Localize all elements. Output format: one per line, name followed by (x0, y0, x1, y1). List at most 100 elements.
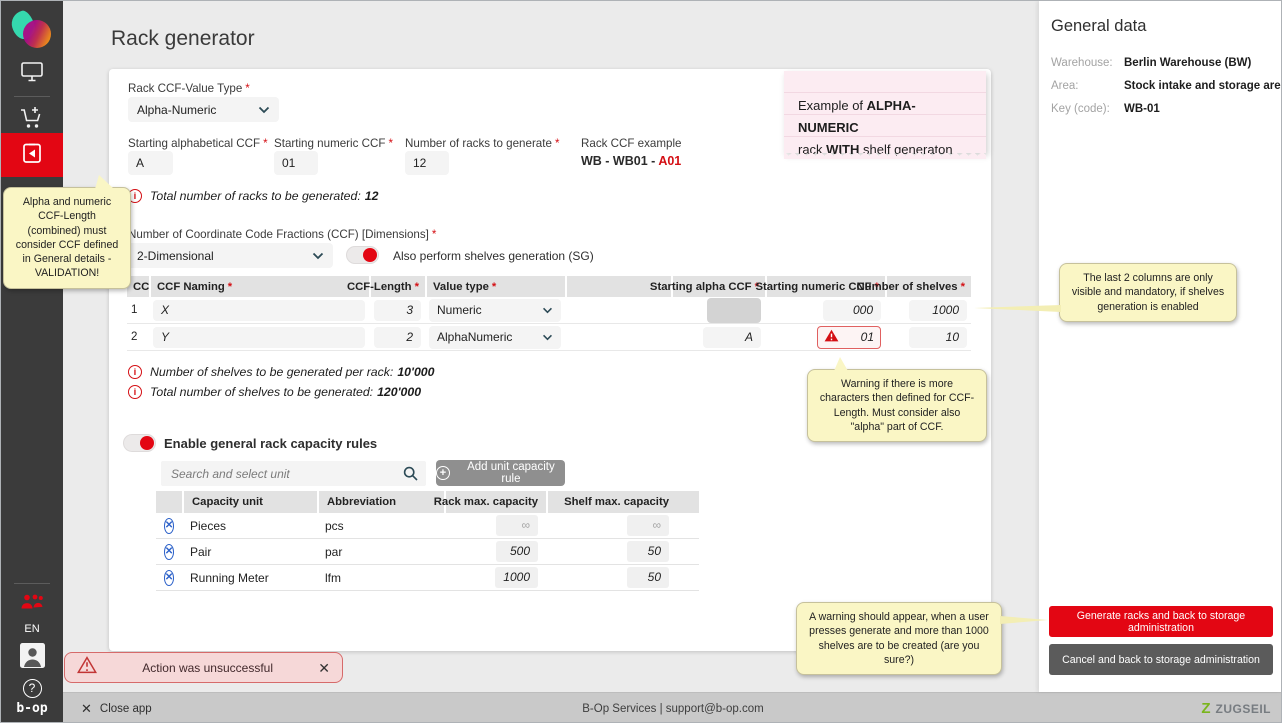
racks-count-input[interactable] (405, 151, 449, 175)
zugseil-brand: Z ZUGSEIL (1201, 700, 1271, 717)
info-icon: i (128, 385, 142, 399)
capacity-rules-toggle[interactable] (123, 434, 156, 452)
app: EN ? b-op Rack generator Rack CCF-Value … (0, 0, 1282, 723)
remove-rule-icon[interactable]: ✕ (164, 570, 174, 586)
rack-max-input[interactable]: ∞ (496, 515, 538, 536)
general-data-row: Warehouse: Berlin Warehouse (BW) (1051, 57, 1277, 69)
shelves-generation-toggle[interactable] (346, 246, 379, 264)
add-unit-capacity-rule-button[interactable]: + Add unit capacity rule (436, 460, 565, 486)
ccf-row-2: 2 Y 2 AlphaNumeric A 01 (127, 324, 971, 351)
value-type-row-select[interactable]: Numeric (429, 299, 561, 322)
ccf-table: CCF CCF Naming* CCF-Length* Value type* … (127, 276, 971, 351)
general-data-row: Area: Stock intake and storage area (1051, 80, 1277, 92)
validation-note: Alpha and numeric CCF-Length (combined) … (3, 187, 131, 289)
sidebar-divider-bottom (14, 583, 50, 584)
starting-alpha-input[interactable] (128, 151, 173, 175)
question-icon: ? (23, 679, 42, 698)
dimensions-select[interactable]: 2-Dimensional (128, 243, 333, 268)
chevron-down-icon (312, 249, 324, 263)
cart-add-icon (19, 105, 45, 136)
general-data-panel: General data Warehouse: Berlin Warehouse… (1039, 1, 1282, 692)
ccf-example-highlight: A01 (658, 154, 681, 168)
bop-logo: b-op (1, 701, 63, 716)
ccf-length-input[interactable]: 3 (374, 300, 421, 321)
shelves-count-cell[interactable]: 10 (909, 327, 967, 348)
shelves-count-cell[interactable]: 1000 (909, 300, 967, 321)
people-icon (19, 593, 46, 616)
avatar-icon (20, 643, 45, 673)
ccf-row-number: 2 (127, 331, 149, 343)
search-icon[interactable] (403, 466, 418, 486)
panel-title: General data (1051, 17, 1146, 36)
ccf-length-warning-note: Warning if there is more characters then… (807, 369, 987, 442)
zugseil-name: ZUGSEIL (1215, 702, 1271, 716)
sidebar-item-workstation[interactable] (1, 58, 63, 90)
unit-search (161, 461, 426, 486)
example-sticky-note: Example of ALPHA-NUMERIC rack WITH shelf… (784, 71, 986, 153)
sidebar-item-users[interactable] (1, 593, 63, 615)
starting-numeric-cell-error[interactable]: 01 (817, 326, 881, 349)
required-marker: * (263, 137, 268, 150)
capacity-row-pieces: ✕ Pieces pcs ∞ ∞ (156, 513, 699, 539)
shelf-max-input[interactable]: 50 (627, 541, 669, 562)
generate-racks-button[interactable]: Generate racks and back to storage admin… (1049, 606, 1273, 637)
general-data-row: Key (code): WB-01 (1051, 103, 1277, 115)
remove-rule-icon[interactable]: ✕ (164, 518, 174, 534)
zugseil-logo-icon: Z (1201, 700, 1210, 717)
error-toast: Action was unsuccessful ✕ (64, 652, 343, 683)
shelves-generation-label: Also perform shelves generation (SG) (393, 249, 594, 263)
shelf-max-input[interactable]: ∞ (627, 515, 669, 536)
warning-triangle-icon (824, 329, 839, 345)
monitor-icon (20, 61, 44, 88)
starting-alpha-label: Starting alphabetical CCF* (128, 137, 268, 150)
required-marker: * (432, 228, 437, 241)
required-marker: * (555, 137, 560, 150)
rack-max-input[interactable]: 1000 (495, 567, 538, 588)
value-type-select[interactable]: Alpha-Numeric (128, 97, 279, 122)
capacity-table-header: Capacity unit Abbreviation Rack max. cap… (156, 491, 699, 513)
sidebar-divider (14, 96, 50, 97)
starting-numeric-cell[interactable]: 000 (823, 300, 881, 321)
cancel-button[interactable]: Cancel and back to storage administratio… (1049, 644, 1273, 675)
user-avatar[interactable] (1, 645, 63, 671)
info-icon: i (128, 365, 142, 379)
starting-numeric-label: Starting numeric CCF* (274, 137, 393, 150)
dimensions-label: Number of Coordinate Code Fractions (CCF… (128, 228, 436, 241)
ccf-row-1: 1 X 3 Numeric 000 1000 (127, 297, 971, 324)
ccf-naming-input[interactable]: Y (153, 327, 365, 348)
page-title: Rack generator (111, 27, 255, 51)
shelf-max-input[interactable]: 50 (627, 567, 669, 588)
required-marker: * (388, 137, 393, 150)
chevron-down-icon (542, 330, 553, 344)
starting-alpha-cell[interactable]: A (703, 327, 761, 348)
help-button[interactable]: ? (1, 677, 63, 699)
capacity-rules-label: Enable general rack capacity rules (164, 436, 377, 451)
warning-triangle-icon (77, 656, 97, 679)
total-racks-info: i Total number of racks to be generated:… (128, 189, 378, 203)
ccf-naming-input[interactable]: X (153, 300, 365, 321)
support-info: B-Op Services | support@b-op.com (63, 703, 1282, 715)
ccf-length-input[interactable]: 2 (374, 327, 421, 348)
required-marker: * (245, 82, 250, 95)
rack-max-input[interactable]: 500 (496, 541, 538, 562)
sidebar-item-rack-generator[interactable] (1, 133, 63, 177)
total-shelves-info: i Total number of shelves to be generate… (128, 385, 421, 399)
shelves-per-rack-info: i Number of shelves to be generated per … (128, 365, 434, 379)
toast-message: Action was unsuccessful (97, 661, 318, 675)
app-logo[interactable] (12, 9, 52, 51)
search-input[interactable] (161, 461, 426, 486)
language-selector[interactable]: EN (1, 623, 63, 635)
chevron-down-icon (258, 103, 270, 117)
capacity-row-pair: ✕ Pair par 500 50 (156, 539, 699, 565)
ccf-row-number: 1 (127, 304, 149, 316)
starting-numeric-input[interactable] (274, 151, 318, 175)
sidebar: EN ? b-op (1, 1, 63, 723)
remove-rule-icon[interactable]: ✕ (164, 544, 174, 560)
columns-visibility-note: The last 2 columns are only visible and … (1059, 263, 1237, 322)
plus-icon: + (436, 466, 450, 480)
value-type-row-select[interactable]: AlphaNumeric (429, 326, 561, 349)
footer: ✕ Close app B-Op Services | support@b-op… (63, 692, 1282, 723)
ccf-example-value: WB - WB01 - A01 (581, 154, 681, 168)
toast-close-icon[interactable]: ✕ (318, 661, 330, 675)
clipboard-import-icon (20, 141, 44, 170)
